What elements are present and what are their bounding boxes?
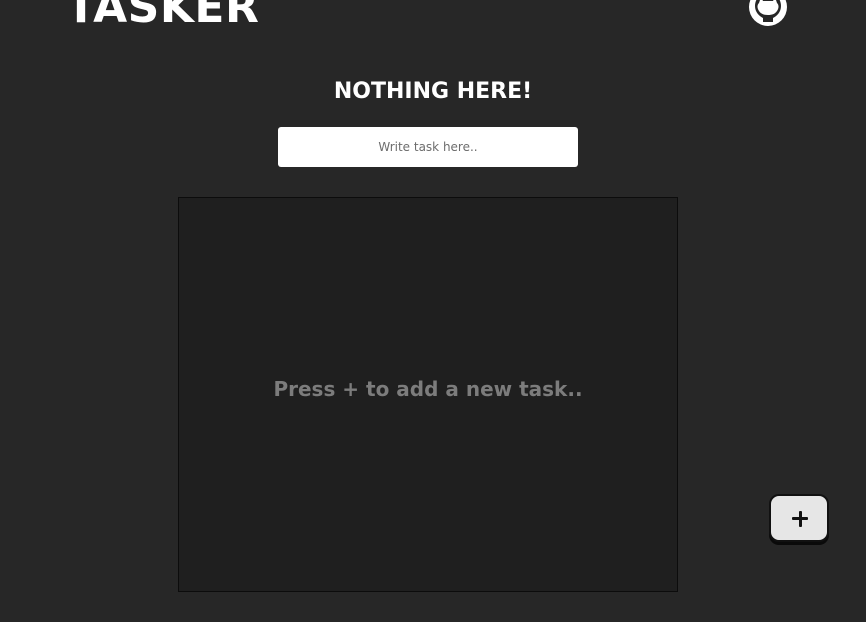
empty-state-hint: Press + to add a new task.. (273, 377, 583, 401)
app-page: TASKER NOTHING HERE! Press + to add a ne… (0, 0, 866, 622)
task-list-panel: Press + to add a new task.. (178, 197, 678, 592)
status-heading: NOTHING HERE! (333, 79, 533, 104)
github-icon (749, 0, 787, 26)
app-logo-title: TASKER (66, 0, 260, 33)
add-task-button[interactable] (769, 494, 829, 542)
task-input[interactable] (278, 127, 578, 167)
github-link[interactable] (748, 0, 788, 27)
